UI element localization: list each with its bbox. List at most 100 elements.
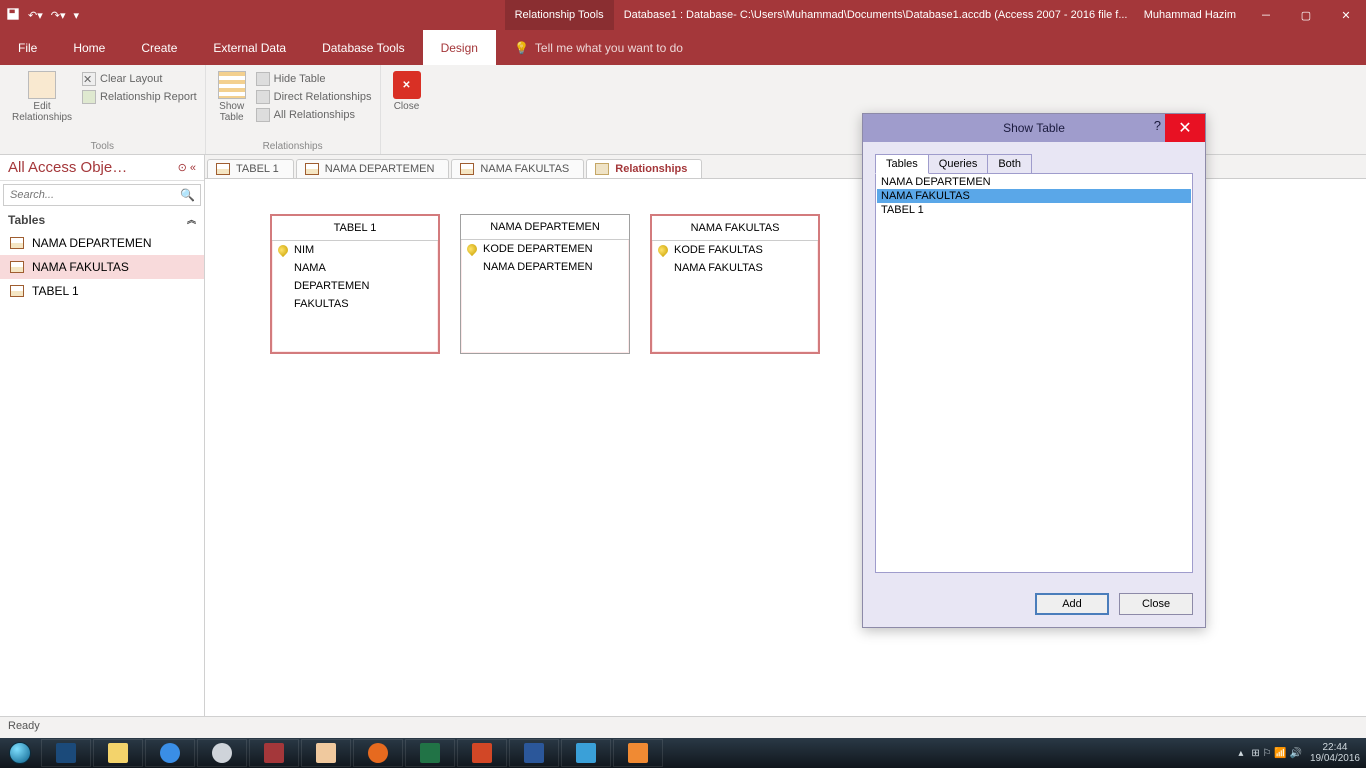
- all-rel-label: All Relationships: [274, 109, 355, 121]
- clock[interactable]: 22:44 19/04/2016: [1310, 742, 1360, 764]
- taskbar-app-generic1[interactable]: [561, 739, 611, 767]
- direct-relationships-button[interactable]: Direct Relationships: [256, 89, 372, 105]
- table-field[interactable]: NAMA FAKULTAS: [652, 259, 818, 277]
- table-field[interactable]: NIM: [272, 241, 438, 259]
- dialog-help-icon[interactable]: ?: [1154, 118, 1161, 133]
- dialog-close-button[interactable]: ✕: [1165, 114, 1205, 142]
- direct-rel-icon: [256, 90, 270, 104]
- clear-layout-label: Clear Layout: [100, 73, 162, 85]
- table-icon: [216, 163, 230, 175]
- taskbar-app-explorer[interactable]: [93, 739, 143, 767]
- tab-database-tools[interactable]: Database Tools: [304, 30, 423, 65]
- clock-date: 19/04/2016: [1310, 753, 1360, 764]
- tray-up-icon[interactable]: ▴: [1238, 748, 1243, 759]
- taskbar-app-access[interactable]: [249, 739, 299, 767]
- show-table-dialog[interactable]: Show Table ? ✕ TablesQueriesBoth NAMA DE…: [862, 113, 1206, 628]
- table-field[interactable]: DEPARTEMEN: [272, 277, 438, 295]
- tab-design[interactable]: Design: [423, 30, 496, 65]
- nav-item[interactable]: NAMA FAKULTAS: [0, 255, 204, 279]
- table-field[interactable]: NAMA: [272, 259, 438, 277]
- tab-external-data[interactable]: External Data: [195, 30, 304, 65]
- table-icon: [305, 163, 319, 175]
- table-box[interactable]: TABEL 1NIMNAMADEPARTEMENFAKULTAS: [270, 214, 440, 354]
- table-field[interactable]: KODE FAKULTAS: [652, 241, 818, 259]
- close-window-button[interactable]: ✕: [1326, 0, 1366, 30]
- start-button[interactable]: [0, 738, 40, 768]
- close-dialog-button[interactable]: Close: [1119, 593, 1193, 615]
- status-text: Ready: [8, 720, 40, 732]
- nav-item[interactable]: TABEL 1: [0, 279, 204, 303]
- all-relationships-button[interactable]: All Relationships: [256, 107, 372, 123]
- table-box-header: NAMA DEPARTEMEN: [461, 215, 629, 240]
- tray-icons[interactable]: ⊞ ⚐ 📶 🔊: [1251, 748, 1302, 759]
- table-box-header: NAMA FAKULTAS: [652, 216, 818, 241]
- hide-table-button[interactable]: Hide Table: [256, 71, 372, 87]
- edit-relationships-button[interactable]: Edit Relationships: [8, 69, 76, 125]
- save-icon[interactable]: [6, 7, 20, 24]
- user-name: Muhammad Hazim: [1134, 0, 1246, 30]
- restore-button[interactable]: ▢: [1286, 0, 1326, 30]
- dialog-list-item[interactable]: NAMA FAKULTAS: [877, 189, 1191, 203]
- system-tray[interactable]: ▴ ⊞ ⚐ 📶 🔊 22:44 19/04/2016: [1238, 742, 1366, 764]
- nav-menu-icon[interactable]: ⊙ «: [178, 161, 196, 174]
- show-table-icon: [218, 71, 246, 99]
- nav-item-label: NAMA DEPARTEMEN: [32, 236, 152, 250]
- qat-customize-icon[interactable]: ▾: [74, 9, 80, 22]
- close-design-button[interactable]: ✕ Close: [389, 69, 425, 114]
- dialog-titlebar[interactable]: Show Table ? ✕: [863, 114, 1205, 142]
- tab-file[interactable]: File: [0, 30, 55, 65]
- relationship-report-button[interactable]: Relationship Report: [82, 89, 197, 105]
- taskbar-app-firefox[interactable]: [353, 739, 403, 767]
- tab-create[interactable]: Create: [123, 30, 195, 65]
- dialog-tab[interactable]: Queries: [928, 154, 989, 174]
- contextual-tab-label: Relationship Tools: [505, 0, 614, 30]
- table-icon: [460, 163, 474, 175]
- redo-icon[interactable]: ↷▾: [51, 9, 66, 22]
- table-field[interactable]: KODE DEPARTEMEN: [461, 240, 629, 258]
- document-tab[interactable]: TABEL 1: [207, 159, 294, 178]
- table-box[interactable]: NAMA DEPARTEMENKODE DEPARTEMENNAMA DEPAR…: [460, 214, 630, 354]
- undo-icon[interactable]: ↶▾: [28, 9, 43, 22]
- nav-header[interactable]: All Access Obje…: [8, 159, 127, 176]
- nav-item[interactable]: NAMA DEPARTEMEN: [0, 231, 204, 255]
- document-tab[interactable]: Relationships: [586, 159, 702, 178]
- ribbon-tabs: File Home Create External Data Database …: [0, 30, 1366, 65]
- taskbar-app-ie[interactable]: [145, 739, 195, 767]
- taskbar-app-excel[interactable]: [405, 739, 455, 767]
- dialog-tab[interactable]: Both: [987, 154, 1032, 174]
- taskbar-app-paint[interactable]: [301, 739, 351, 767]
- document-tab-label: Relationships: [615, 163, 687, 175]
- nav-section-tables[interactable]: Tables ︽: [0, 209, 204, 231]
- show-table-button[interactable]: Show Table: [214, 69, 250, 125]
- taskbar-app-browser[interactable]: [197, 739, 247, 767]
- table-field[interactable]: FAKULTAS: [272, 295, 438, 313]
- document-tab[interactable]: NAMA FAKULTAS: [451, 159, 584, 178]
- dialog-tab[interactable]: Tables: [875, 154, 929, 174]
- search-icon[interactable]: 🔍: [175, 185, 200, 205]
- table-box[interactable]: NAMA FAKULTASKODE FAKULTASNAMA FAKULTAS: [650, 214, 820, 354]
- taskbar-app-powerpoint[interactable]: [457, 739, 507, 767]
- dialog-table-list[interactable]: NAMA DEPARTEMENNAMA FAKULTASTABEL 1: [875, 173, 1193, 573]
- minimize-button[interactable]: －: [1246, 0, 1286, 30]
- start-orb-icon: [9, 742, 31, 764]
- table-field[interactable]: NAMA DEPARTEMEN: [461, 258, 629, 276]
- taskbar-app-generic2[interactable]: [613, 739, 663, 767]
- tell-me[interactable]: 💡 Tell me what you want to do: [496, 30, 683, 65]
- tab-home[interactable]: Home: [55, 30, 123, 65]
- dialog-list-item[interactable]: TABEL 1: [877, 203, 1191, 217]
- dialog-list-item[interactable]: NAMA DEPARTEMEN: [877, 175, 1191, 189]
- document-tab-label: TABEL 1: [236, 163, 279, 175]
- taskbar-app-1[interactable]: [41, 739, 91, 767]
- taskbar-app-word[interactable]: [509, 739, 559, 767]
- add-button[interactable]: Add: [1035, 593, 1109, 615]
- show-table-label: Show Table: [219, 101, 244, 123]
- document-tab[interactable]: NAMA DEPARTEMEN: [296, 159, 450, 178]
- nav-search[interactable]: 🔍: [3, 184, 201, 206]
- all-rel-icon: [256, 108, 270, 122]
- collapse-icon[interactable]: ︽: [187, 213, 196, 227]
- nav-section-label: Tables: [8, 213, 45, 227]
- search-input[interactable]: [4, 185, 175, 205]
- hide-table-icon: [256, 72, 270, 86]
- clock-time: 22:44: [1310, 742, 1360, 753]
- clear-layout-button[interactable]: ✕Clear Layout: [82, 71, 197, 87]
